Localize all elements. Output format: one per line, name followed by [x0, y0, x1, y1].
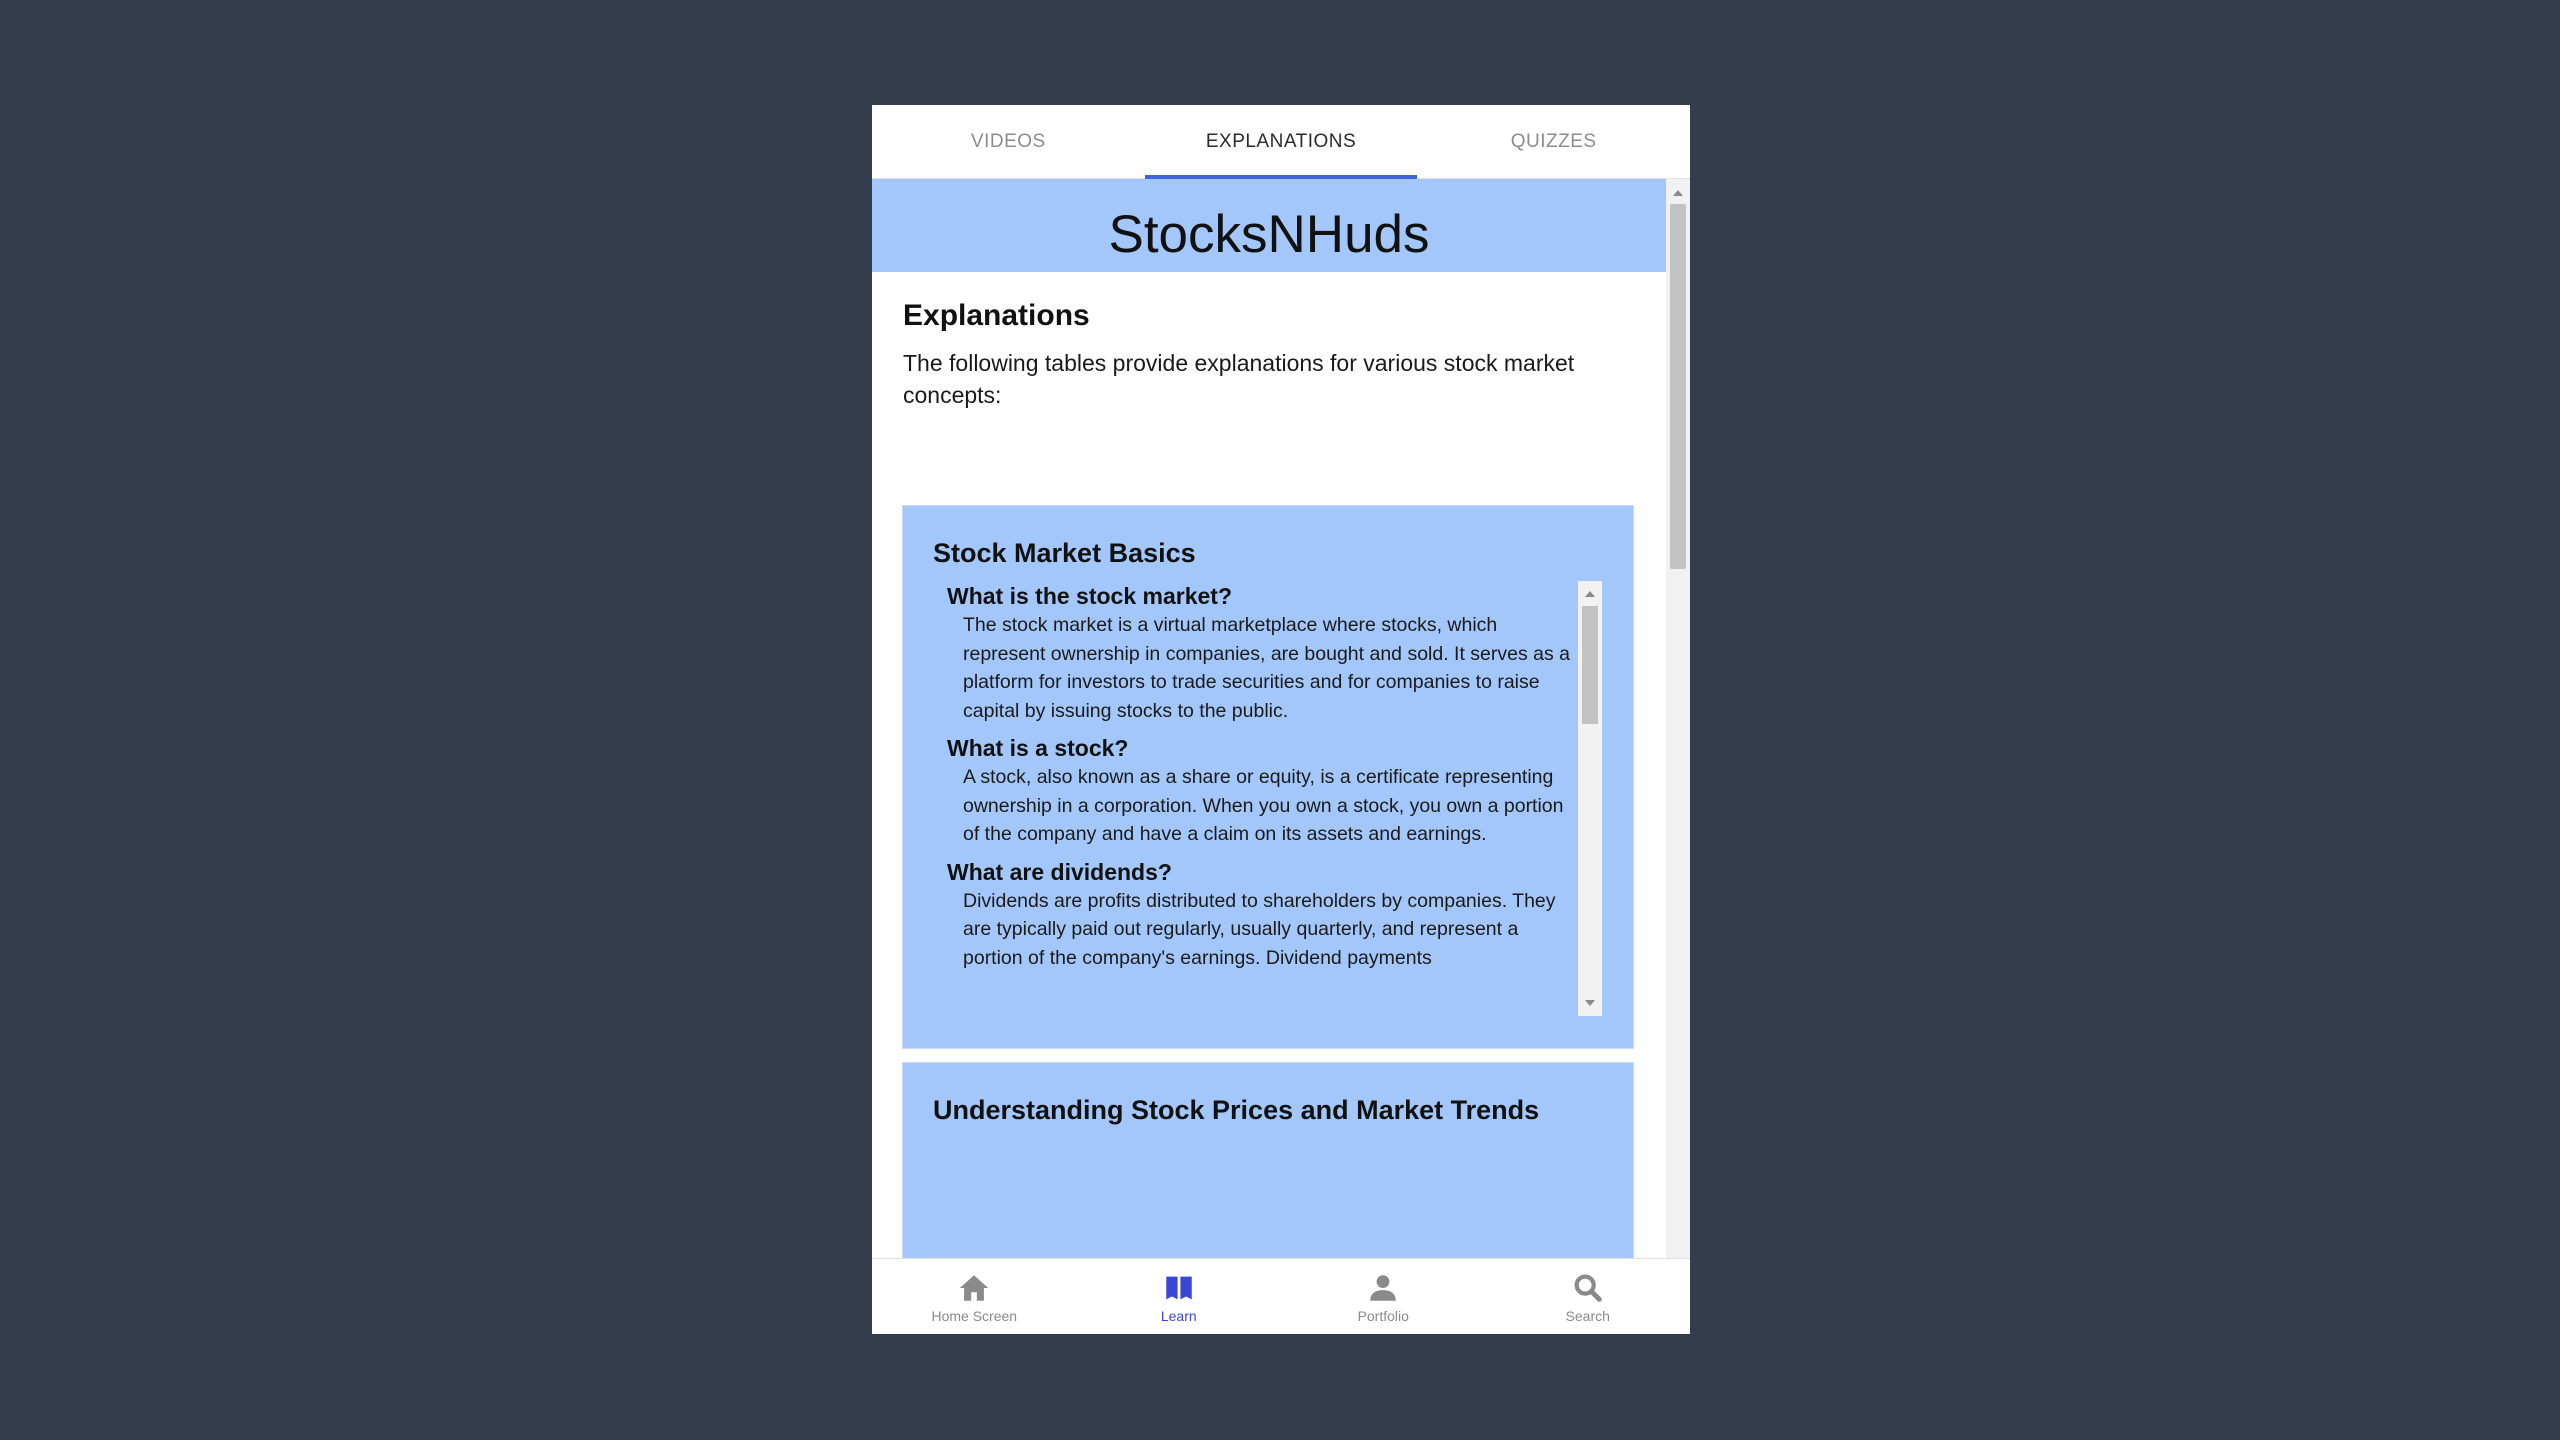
scroll-up-arrow-icon[interactable] — [1673, 190, 1683, 196]
question-what-are-dividends: What are dividends? — [947, 858, 1172, 885]
qa-list: What is the stock market? The stock mark… — [947, 581, 1591, 1007]
home-icon — [960, 1275, 989, 1301]
question-what-is-stock-market: What is the stock market? — [947, 583, 1233, 609]
scroll-thumb[interactable] — [1582, 606, 1598, 724]
answer-what-is-stock-market: The stock market is a virtual marketplac… — [963, 614, 1571, 722]
tab-quizzes[interactable]: QUIZZES — [1417, 105, 1690, 178]
search-icon — [1574, 1274, 1602, 1302]
intro-text: The following tables provide explanation… — [903, 350, 1575, 408]
nav-learn[interactable]: Learn — [1077, 1259, 1282, 1334]
card-title: Stock Market Basics — [933, 538, 1196, 568]
nav-home[interactable]: Home Screen — [872, 1259, 1077, 1334]
nav-label: Learn — [1160, 1308, 1197, 1324]
page-title: Explanations — [903, 299, 1090, 332]
scroll-up-arrow-icon[interactable] — [1585, 591, 1595, 597]
tab-videos[interactable]: VIDEOS — [872, 105, 1145, 178]
answer-what-are-dividends: Dividends are profits distributed to sha… — [963, 889, 1556, 969]
scroll-down-arrow-icon[interactable] — [1585, 1000, 1595, 1006]
explanations-content: StocksNHuds Explanations The following t… — [872, 179, 1690, 1334]
scroll-thumb[interactable] — [1670, 204, 1686, 569]
question-what-is-stock: What is a stock? — [947, 735, 1129, 761]
bottom-navigation: Home Screen Learn Portfolio Search — [872, 1258, 1690, 1334]
nav-label: Portfolio — [1357, 1308, 1409, 1324]
brand-header: StocksNHuds — [872, 179, 1666, 272]
nav-search[interactable]: Search — [1486, 1259, 1691, 1334]
nav-label: Search — [1565, 1308, 1610, 1324]
top-tab-bar: VIDEOS EXPLANATIONS QUIZZES — [872, 105, 1690, 179]
app-window: VIDEOS EXPLANATIONS QUIZZES StocksNHuds … — [872, 105, 1690, 1334]
tab-explanations[interactable]: EXPLANATIONS — [1144, 105, 1418, 179]
user-icon — [1370, 1275, 1396, 1301]
answer-what-is-stock: A stock, also known as a share or equity… — [963, 766, 1564, 845]
card-scrollbar[interactable] — [1578, 581, 1602, 1016]
nav-label: Home Screen — [931, 1308, 1018, 1324]
page-scrollbar[interactable] — [1666, 179, 1690, 1334]
nav-portfolio[interactable]: Portfolio — [1281, 1259, 1486, 1334]
book-icon — [1166, 1276, 1192, 1300]
card-title: Understanding Stock Prices and Market Tr… — [933, 1095, 1540, 1125]
card-stock-market-basics: Stock Market Basics What is the stock ma… — [903, 506, 1633, 1048]
